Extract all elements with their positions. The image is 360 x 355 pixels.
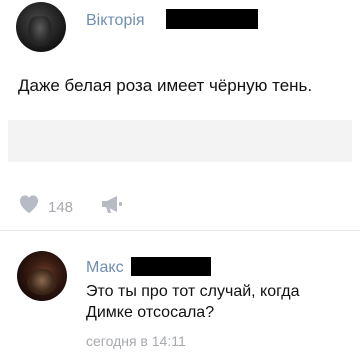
comment-text-line: Димке отсосала? [86, 304, 215, 321]
likes-count[interactable]: 148 [48, 199, 73, 216]
post-attachment[interactable] [8, 120, 352, 162]
heart-icon[interactable] [18, 194, 40, 214]
avatar[interactable] [16, 2, 66, 52]
comment-timestamp: сегодня в 14:11 [86, 333, 186, 349]
megaphone-icon[interactable] [100, 194, 124, 214]
comment-avatar[interactable] [17, 251, 67, 301]
redaction-bar [131, 257, 211, 276]
divider [0, 230, 360, 231]
post-author-name[interactable]: Вікторія [86, 12, 145, 30]
comment-author-name[interactable]: Макс [86, 259, 124, 277]
comment-text-line: Это ты про тот случай, когда [86, 283, 300, 300]
redaction-bar [166, 9, 258, 29]
post-actions: 148 [18, 190, 348, 220]
post-text: Даже белая роза имеет чёрную тень. [18, 76, 313, 95]
post-header: Вікторія [16, 0, 360, 68]
